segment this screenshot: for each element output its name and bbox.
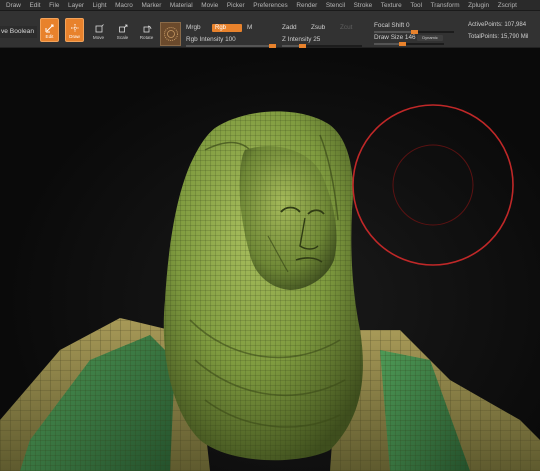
brush-cursor bbox=[352, 104, 514, 266]
menu-picker[interactable]: Picker bbox=[227, 2, 245, 9]
live-boolean-button[interactable]: ve Boolean bbox=[0, 26, 37, 38]
edit-label: Edit bbox=[45, 34, 54, 39]
rgb-intensity-label: Rgb Intensity 100 bbox=[186, 36, 236, 43]
menu-preferences[interactable]: Preferences bbox=[253, 2, 287, 9]
draw-icon bbox=[70, 24, 79, 32]
menu-render[interactable]: Render bbox=[296, 2, 317, 9]
active-points-readout: ActivePoints: 107,984 bbox=[468, 22, 527, 28]
dynamic-button[interactable]: Dynamic bbox=[417, 35, 443, 41]
material-swatch[interactable] bbox=[160, 22, 181, 46]
edit-icon bbox=[45, 24, 53, 33]
rgb-button[interactable]: Rgb bbox=[212, 24, 242, 32]
menu-file[interactable]: File bbox=[49, 2, 59, 9]
menu-material[interactable]: Material bbox=[170, 2, 193, 9]
menu-layer[interactable]: Layer bbox=[68, 2, 84, 9]
rgb-intensity-fill bbox=[186, 45, 276, 47]
draw-button[interactable]: Draw bbox=[65, 18, 84, 42]
canvas-viewport[interactable] bbox=[0, 48, 540, 471]
z-intensity-slider[interactable] bbox=[282, 44, 362, 48]
zsub-button[interactable]: Zsub bbox=[311, 24, 325, 31]
rotate-icon bbox=[143, 25, 151, 33]
zcut-button[interactable]: Zcut bbox=[340, 24, 352, 31]
z-intensity-label: Z Intensity 25 bbox=[282, 36, 321, 43]
total-points-readout: TotalPoints: 15,790 Mil bbox=[468, 34, 529, 40]
sculpt-render bbox=[0, 104, 540, 471]
focal-shift-slider[interactable] bbox=[374, 30, 454, 34]
menu-stencil[interactable]: Stencil bbox=[326, 2, 345, 9]
menu-light[interactable]: Light bbox=[93, 2, 107, 9]
menu-zscript[interactable]: Zscript bbox=[498, 2, 517, 9]
tool-shelf: ve Boolean Edit Draw Move Scale Rotate M… bbox=[0, 11, 540, 48]
menu-macro[interactable]: Macro bbox=[115, 2, 133, 9]
menu-zplugin[interactable]: Zplugin bbox=[468, 2, 489, 9]
scale-label: Scale bbox=[116, 35, 129, 40]
draw-size-label: Draw Size 146 bbox=[374, 34, 416, 41]
menu-transform[interactable]: Transform bbox=[431, 2, 460, 9]
zadd-button[interactable]: Zadd bbox=[282, 24, 297, 31]
draw-size-slider[interactable] bbox=[374, 42, 444, 46]
draw-size-knob[interactable] bbox=[398, 42, 406, 46]
menu-stroke[interactable]: Stroke bbox=[354, 2, 372, 9]
scale-icon bbox=[118, 24, 127, 33]
menu-marker[interactable]: Marker bbox=[141, 2, 161, 9]
draw-label: Draw bbox=[69, 34, 80, 39]
m-button[interactable]: M bbox=[247, 24, 252, 31]
move-button[interactable]: Move bbox=[89, 18, 108, 42]
mrgb-button[interactable]: Mrgb bbox=[186, 24, 201, 31]
rotate-label: Rotate bbox=[139, 35, 154, 40]
move-label: Move bbox=[92, 35, 105, 40]
scale-button[interactable]: Scale bbox=[113, 18, 132, 42]
focal-shift-fill bbox=[374, 31, 414, 33]
menu-tool[interactable]: Tool bbox=[410, 2, 422, 9]
rotate-button[interactable]: Rotate bbox=[137, 18, 156, 42]
rgb-intensity-slider[interactable] bbox=[186, 44, 276, 48]
material-icon bbox=[163, 27, 178, 41]
move-icon bbox=[95, 24, 104, 33]
menu-draw[interactable]: Draw bbox=[6, 2, 21, 9]
edit-button[interactable]: Edit bbox=[40, 18, 59, 42]
menu-movie[interactable]: Movie bbox=[201, 2, 218, 9]
menu-texture[interactable]: Texture bbox=[381, 2, 402, 9]
menu-edit[interactable]: Edit bbox=[30, 2, 41, 9]
menu-bar: Draw Edit File Layer Light Macro Marker … bbox=[0, 0, 540, 11]
focal-shift-label: Focal Shift 0 bbox=[374, 22, 410, 29]
